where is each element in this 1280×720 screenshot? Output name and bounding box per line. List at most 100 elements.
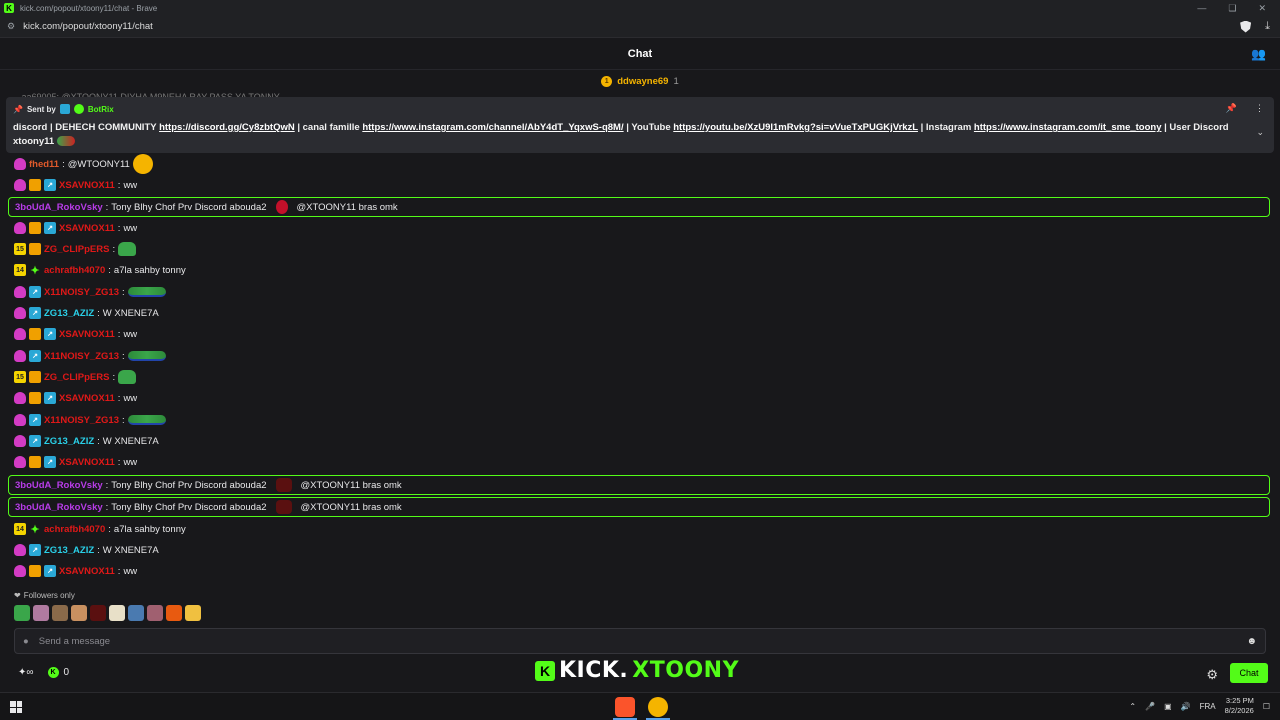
username[interactable]: XSAVNOX11 <box>59 393 115 404</box>
emote-cat-icon[interactable] <box>33 605 49 621</box>
chat-message[interactable]: ↗ XSAVNOX11: ww <box>14 453 137 471</box>
chat-message[interactable]: ↗ ZG13_AZIZ: W XNENE7A <box>14 541 159 559</box>
users-icon[interactable]: 👥 <box>1251 47 1266 61</box>
colon-separator: : <box>112 243 116 255</box>
username[interactable]: ZG_CLIPpERS <box>44 372 109 383</box>
emote-cat-icon[interactable] <box>147 605 163 621</box>
username[interactable]: ZG_CLIPpERS <box>44 244 109 255</box>
microphone-icon[interactable]: 🎤 <box>1145 702 1155 711</box>
gifter-name[interactable]: ddwayne69 <box>617 76 668 87</box>
pinned-text: discord | DEHECH COMMUNITY https://disco… <box>13 121 1267 148</box>
clock[interactable]: 3:25 PM 8/2/2026 <box>1225 696 1254 716</box>
chat-message[interactable]: 14 ✦ achrafbh4070: a7la sahby tonny <box>14 261 186 279</box>
username[interactable]: achrafbh4070 <box>44 524 105 535</box>
crown-badge-icon <box>29 371 41 383</box>
more-options-icon[interactable]: ⋮ <box>1255 103 1264 114</box>
address-bar[interactable]: ⚙ kick.com/popout/xtoony11/chat ⤓ <box>0 16 1280 38</box>
chevron-up-icon[interactable]: ⌃ <box>1129 702 1136 711</box>
username[interactable]: 3boUdA_RokoVsky <box>15 480 103 491</box>
highlighted-message[interactable]: 3boUdA_RokoVsky: Tony Blhy Chof Prv Disco… <box>8 497 1270 517</box>
emote-face-icon[interactable] <box>52 605 68 621</box>
unpin-icon[interactable]: 📌 <box>1226 103 1237 114</box>
settings-share-icon[interactable]: ✦∞ <box>18 667 34 678</box>
sent-by-label: Sent by <box>26 104 56 114</box>
site-settings-icon[interactable]: ⚙ <box>7 21 15 32</box>
chat-message[interactable]: 15 ZG_CLIPpERS: <box>14 368 137 386</box>
crown-badge-icon <box>29 179 41 191</box>
username[interactable]: fhed11 <box>29 159 59 170</box>
instagram-link[interactable]: https://www.instagram.com/it_sme_toony <box>974 122 1162 133</box>
url-text[interactable]: kick.com/popout/xtoony11/chat <box>23 21 153 32</box>
chat-message[interactable]: ↗ ZG13_AZIZ: W XNENE7A <box>14 304 159 322</box>
download-icon[interactable]: ⤓ <box>1265 20 1270 33</box>
username[interactable]: 3boUdA_RokoVsky <box>15 502 103 513</box>
username[interactable]: 3boUdA_RokoVsky <box>15 202 103 213</box>
chat-message[interactable]: ↗ ZG13_AZIZ: W XNENE7A <box>14 432 159 450</box>
emote-hand-icon[interactable] <box>185 605 201 621</box>
emote-face-icon[interactable] <box>71 605 87 621</box>
minimize-icon[interactable]: — <box>1197 3 1206 14</box>
username[interactable]: achrafbh4070 <box>44 265 105 276</box>
language-indicator[interactable]: FRA <box>1200 702 1216 711</box>
username[interactable]: ZG13_AZIZ <box>44 436 94 447</box>
username[interactable]: XSAVNOX11 <box>59 566 115 577</box>
chat-message[interactable]: 14 ✦ achrafbh4070: a7la sahby tonny <box>14 520 186 538</box>
windows-taskbar: ⌃ 🎤 ▣ 🔊 FRA 3:25 PM 8/2/2026 ☐ <box>0 692 1280 720</box>
chat-message[interactable]: ↗ XSAVNOX11: ww <box>14 219 137 237</box>
highlighted-message[interactable]: 3boUdA_RokoVsky: Tony Blhy Chof Prv Disco… <box>8 197 1270 217</box>
username[interactable]: X11NOISY_ZG13 <box>44 351 119 362</box>
username[interactable]: XSAVNOX11 <box>59 180 115 191</box>
top-gifter[interactable]: 1 ddwayne69 1 <box>0 72 1280 90</box>
message-text: W XNENE7A <box>102 435 159 447</box>
username[interactable]: XSAVNOX11 <box>59 329 115 340</box>
pinned-text-part: | YouTube <box>623 122 674 133</box>
bot-name[interactable]: BotRix <box>88 105 114 114</box>
emote-long-icon <box>127 415 166 425</box>
youtube-link[interactable]: https://youtu.be/XzU9I1mRvkg?si=vVueTxPU… <box>673 122 918 133</box>
volume-icon[interactable]: 🔊 <box>1181 702 1191 711</box>
chat-message[interactable]: ↗ XSAVNOX11: ww <box>14 176 137 194</box>
username[interactable]: XSAVNOX11 <box>59 457 115 468</box>
maximize-icon[interactable]: ❑ <box>1228 3 1236 14</box>
brave-app-icon[interactable] <box>615 697 635 717</box>
emote-dark-icon[interactable] <box>90 605 106 621</box>
chat-message[interactable]: 15 ZG_CLIPpERS: <box>14 240 137 258</box>
username[interactable]: ZG13_AZIZ <box>44 545 94 556</box>
send-chat-button[interactable]: Chat <box>1230 663 1268 683</box>
notification-app-icon[interactable] <box>648 697 668 717</box>
emote-bird-icon[interactable] <box>128 605 144 621</box>
instagram-channel-link[interactable]: https://www.instagram.com/channel/AbY4dT… <box>362 122 623 133</box>
brave-shield-icon[interactable] <box>1240 20 1252 33</box>
chat-message[interactable]: ↗ X11NOISY_ZG13: <box>14 283 166 301</box>
chat-message[interactable]: fhed11: @WTOONY11 <box>14 154 153 174</box>
emote-frog-icon[interactable] <box>14 605 30 621</box>
close-icon[interactable]: ✕ <box>1258 3 1266 14</box>
chat-message[interactable]: ↗ X11NOISY_ZG13: <box>14 411 166 429</box>
discord-link[interactable]: https://discord.gg/Cy8zbtQwN <box>159 122 295 133</box>
chat-messages[interactable]: fhed11: @WTOONY11 ↗ XSAVNOX11: ww 3boUdA_Roko… <box>0 153 1280 583</box>
chat-mode-icon[interactable]: ● <box>23 636 29 647</box>
notification-icon[interactable]: ☐ <box>1263 702 1270 711</box>
emote-fire-icon[interactable] <box>166 605 182 621</box>
message-input-box[interactable]: ● ☻ <box>14 628 1266 654</box>
chat-message[interactable]: ↗ XSAVNOX11: ww <box>14 325 137 343</box>
emoji-picker-icon[interactable]: ☻ <box>1246 636 1257 647</box>
chat-message[interactable]: ↗ XSAVNOX11: ww <box>14 562 137 580</box>
chevron-down-icon[interactable]: ⌄ <box>1256 127 1264 138</box>
chat-message[interactable]: ↗ X11NOISY_ZG13: <box>14 347 166 365</box>
username[interactable]: X11NOISY_ZG13 <box>44 415 119 426</box>
gear-icon[interactable]: ⚙ <box>1206 667 1218 683</box>
message-input[interactable] <box>38 635 1247 647</box>
username[interactable]: ZG13_AZIZ <box>44 308 94 319</box>
highlighted-message[interactable]: 3boUdA_RokoVsky: Tony Blhy Chof Prv Disco… <box>8 475 1270 495</box>
colon-separator: : <box>105 479 109 491</box>
emote-duck-icon[interactable] <box>109 605 125 621</box>
emote-frog-icon <box>118 242 137 256</box>
brand-channel-text: XTOONY <box>632 658 740 683</box>
pinned-text-part: xtoony11 <box>13 135 55 147</box>
username[interactable]: X11NOISY_ZG13 <box>44 287 119 298</box>
username[interactable]: XSAVNOX11 <box>59 223 115 234</box>
network-icon[interactable]: ▣ <box>1164 702 1172 711</box>
windows-start-icon[interactable] <box>10 701 22 713</box>
chat-message[interactable]: ↗ XSAVNOX11: ww <box>14 389 137 407</box>
